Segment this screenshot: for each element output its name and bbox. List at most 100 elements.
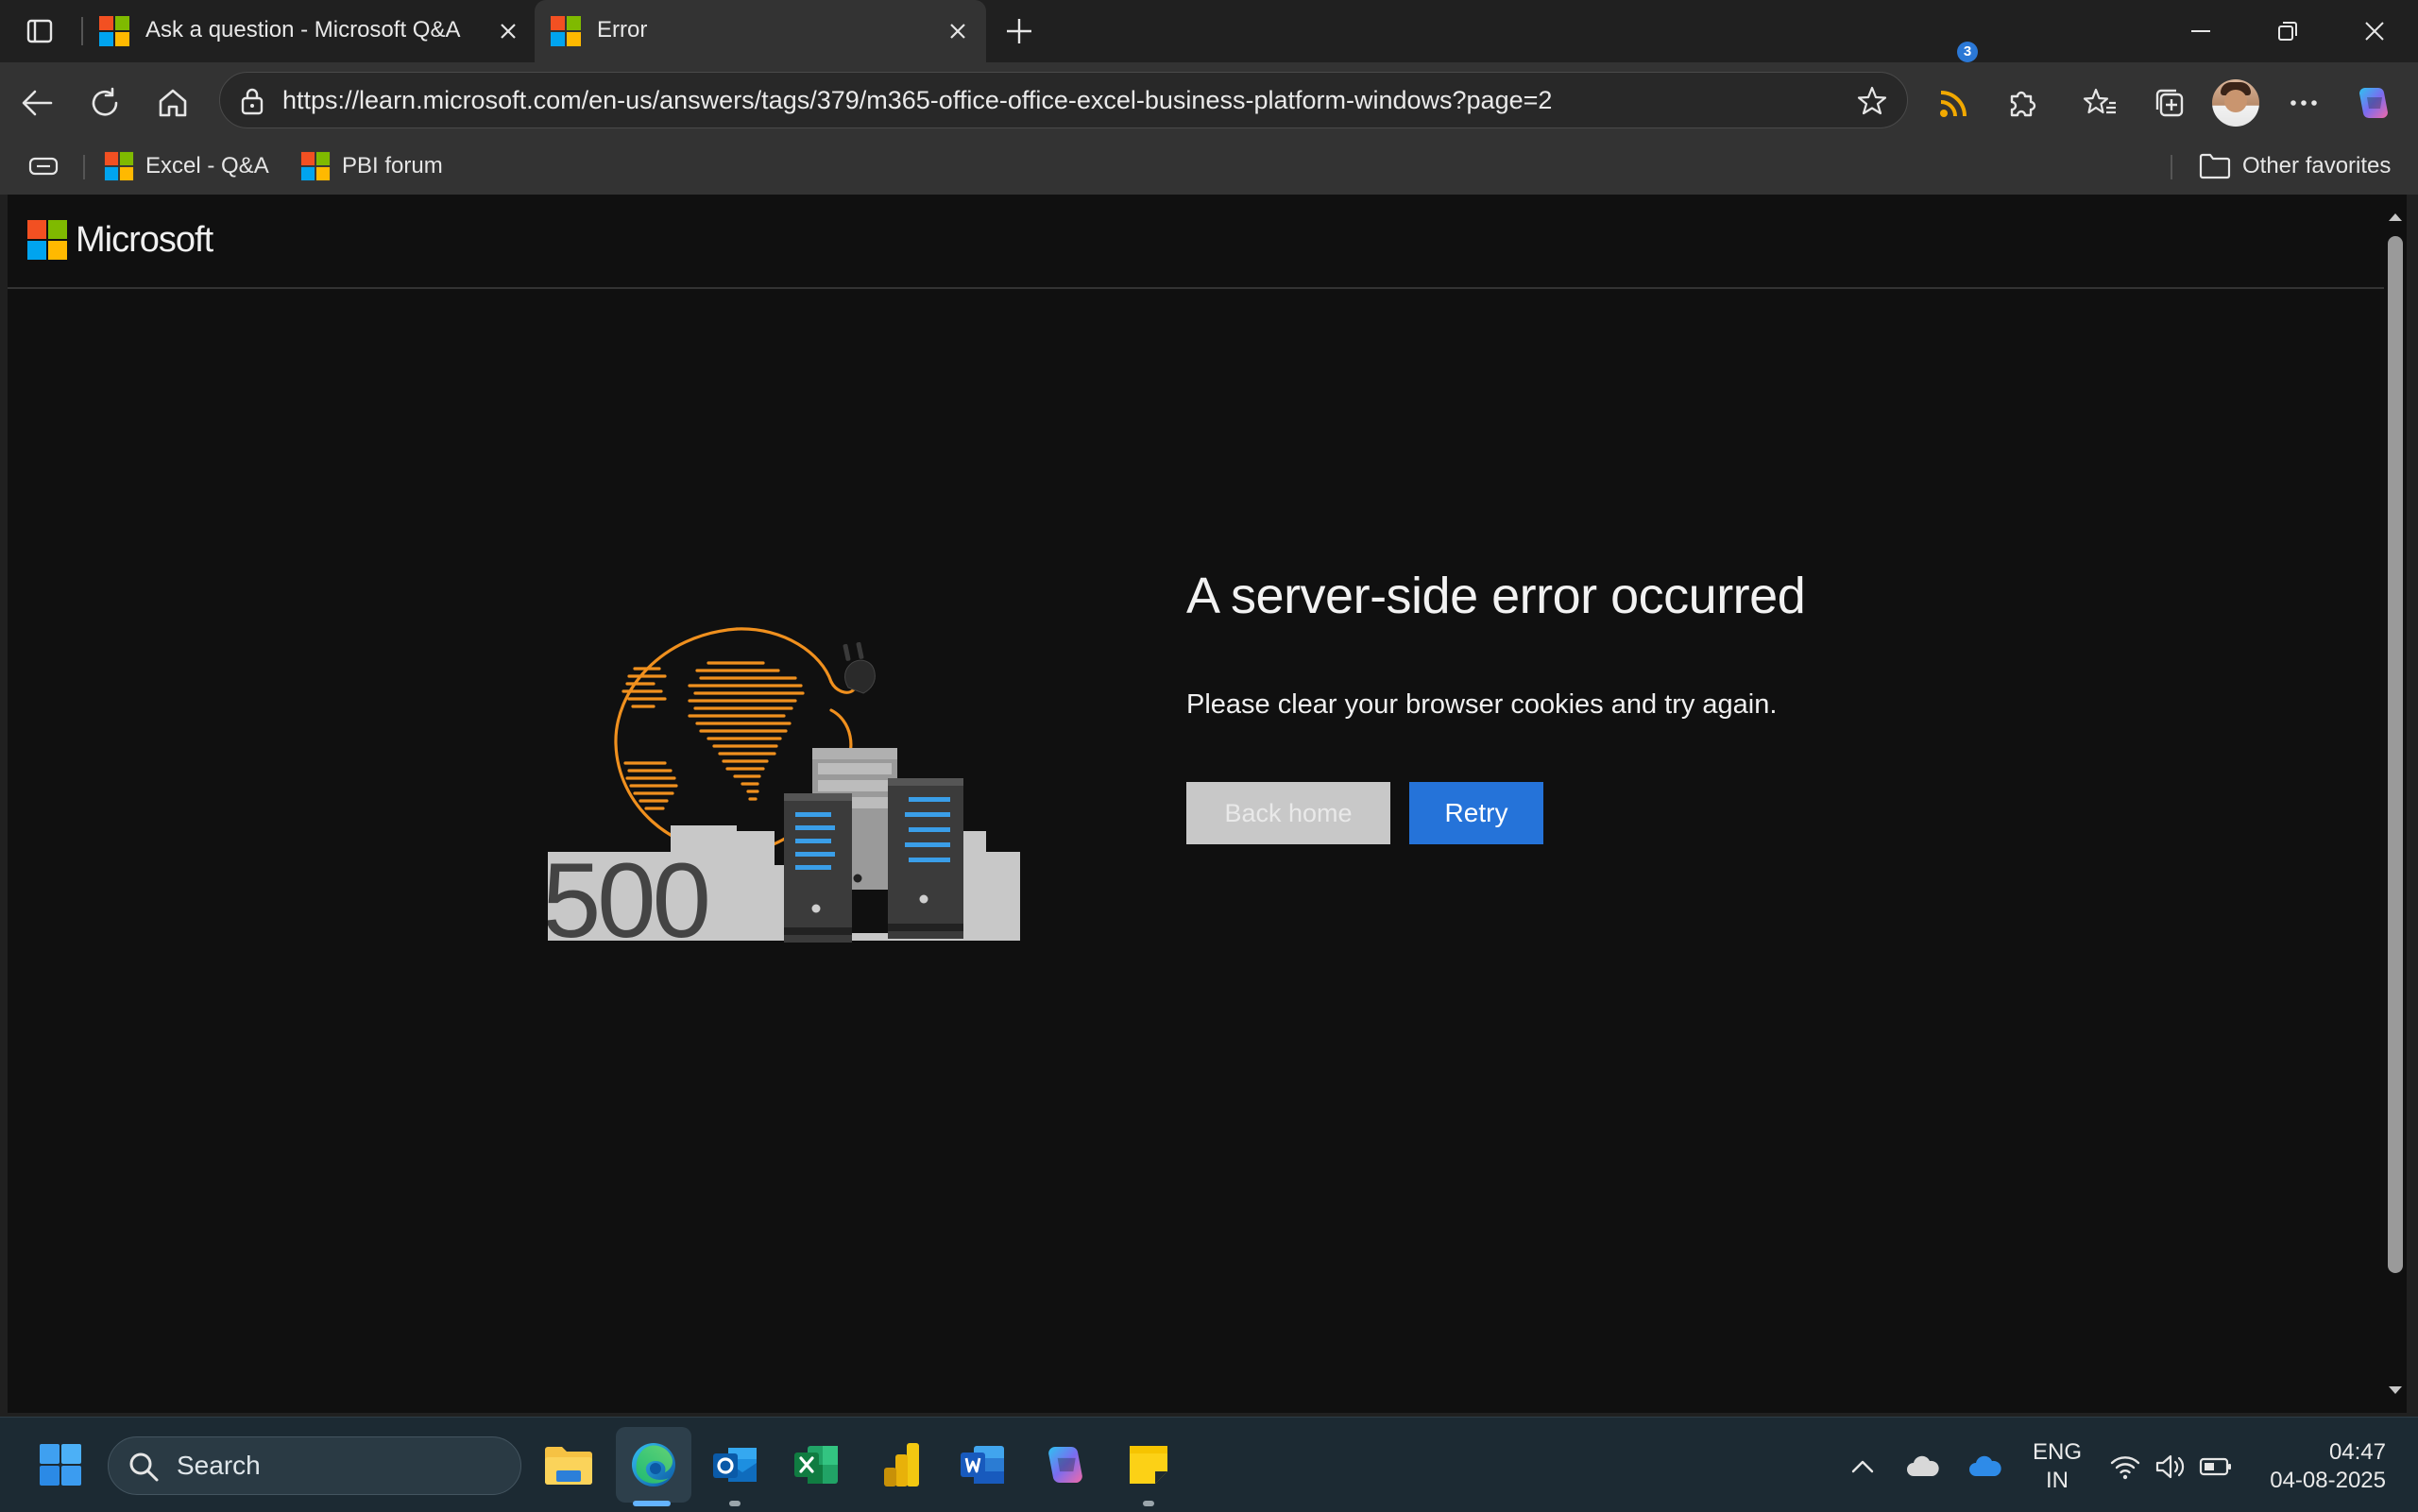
other-favorites-label: Other favorites xyxy=(2242,153,2392,178)
copilot-button[interactable] xyxy=(2350,79,2397,127)
site-info-button[interactable] xyxy=(235,84,269,118)
copilot-taskbar-button[interactable] xyxy=(1039,1438,1092,1491)
home-icon xyxy=(159,89,187,117)
favorite-label: Excel - Q&A xyxy=(145,153,269,178)
plus-icon xyxy=(1007,19,1031,43)
wifi-icon xyxy=(2110,1456,2140,1480)
minimize-icon xyxy=(2191,30,2210,32)
favorites-separator xyxy=(2171,155,2172,179)
search-placeholder: Search xyxy=(177,1451,261,1480)
clock-date: 04-08-2025 xyxy=(2270,1468,2386,1493)
onedrive-cloud-icon xyxy=(1969,1455,2001,1476)
power-bi-taskbar-button[interactable] xyxy=(875,1438,928,1491)
windows-start-icon xyxy=(40,1444,81,1486)
close-icon xyxy=(950,24,965,39)
retry-button[interactable]: Retry xyxy=(1409,782,1543,844)
more-dots-icon xyxy=(2290,100,2317,106)
outlook-running-indicator xyxy=(729,1501,741,1506)
collections-button[interactable] xyxy=(2146,79,2193,127)
browser-toolbar: https://learn.microsoft.com/en-us/answer… xyxy=(0,62,2418,142)
input-language-indicator[interactable]: ENG IN xyxy=(2029,1438,2086,1495)
profile-avatar[interactable] xyxy=(2212,79,2259,127)
close-window-button[interactable] xyxy=(2331,0,2418,62)
word-taskbar-button[interactable] xyxy=(956,1438,1009,1491)
scroll-down-arrow-icon[interactable] xyxy=(2384,1379,2407,1402)
star-icon xyxy=(1857,86,1887,115)
scrollbar-thumb[interactable] xyxy=(2388,236,2403,1273)
restore-icon xyxy=(2278,22,2297,41)
close-icon xyxy=(501,24,516,39)
home-button[interactable] xyxy=(149,79,196,127)
show-hidden-icons-button[interactable] xyxy=(1846,1450,1880,1484)
tab-close-button[interactable] xyxy=(943,16,973,46)
onedrive-personal-button[interactable] xyxy=(1906,1450,1940,1484)
favorite-pbi-forum[interactable]: PBI forum xyxy=(300,142,443,191)
excel-icon xyxy=(794,1446,838,1484)
new-tab-button[interactable] xyxy=(999,13,1039,49)
arrow-left-icon xyxy=(22,90,53,116)
copilot-icon xyxy=(2359,87,2388,119)
other-favorites-button[interactable]: Other favorites xyxy=(2199,142,2391,191)
taskbar-clock[interactable]: 04:47 04-08-2025 xyxy=(2254,1438,2386,1495)
minimize-button[interactable] xyxy=(2157,0,2244,62)
restore-button[interactable] xyxy=(2244,0,2331,62)
favorites-button[interactable] xyxy=(2076,79,2123,127)
taskbar-search-box[interactable]: Search xyxy=(108,1436,521,1495)
address-bar[interactable]: https://learn.microsoft.com/en-us/answer… xyxy=(219,72,1908,128)
reading-view-button[interactable] xyxy=(28,142,70,191)
add-favorite-button[interactable] xyxy=(1854,83,1890,119)
folder-icon xyxy=(2199,153,2231,179)
edge-browser-icon xyxy=(632,1443,675,1487)
outlook-taskbar-button[interactable] xyxy=(708,1438,761,1491)
feed-button[interactable] xyxy=(1931,79,1978,127)
plug-icon xyxy=(843,641,876,694)
volume-button[interactable] xyxy=(2154,1450,2188,1484)
address-url-text: https://learn.microsoft.com/en-us/answer… xyxy=(282,86,1553,114)
tab-strip: Ask a question - Microsoft Q&A Error xyxy=(0,0,2418,62)
outlook-icon xyxy=(713,1448,757,1482)
battery-button[interactable] xyxy=(2199,1450,2233,1484)
tab-error[interactable]: Error xyxy=(535,0,986,62)
battery-icon xyxy=(2199,1457,2231,1476)
clock-time: 04:47 xyxy=(2328,1439,2386,1465)
cloud-icon xyxy=(1907,1455,1939,1476)
chevron-up-icon xyxy=(1851,1460,1874,1473)
network-button[interactable] xyxy=(2108,1450,2142,1484)
page-viewport: Microsoft 500 A server-side error occurr… xyxy=(8,195,2384,1413)
refresh-button[interactable] xyxy=(81,79,128,127)
server-error-illustration: 500 xyxy=(548,627,1020,956)
file-explorer-button[interactable] xyxy=(542,1438,595,1491)
feed-count-badge: 3 xyxy=(1957,42,1978,62)
microsoft-logo-icon[interactable] xyxy=(26,219,68,261)
microsoft-brand-text[interactable]: Microsoft xyxy=(76,213,213,266)
avatar-face xyxy=(2224,90,2247,112)
favorite-excel-qa[interactable]: Excel - Q&A xyxy=(104,142,269,191)
sticky-notes-taskbar-button[interactable] xyxy=(1122,1438,1175,1491)
tab-close-button[interactable] xyxy=(493,16,523,46)
onedrive-business-button[interactable] xyxy=(1968,1450,2002,1484)
sticky-notes-icon xyxy=(1130,1446,1167,1484)
favorite-label: PBI forum xyxy=(342,153,443,178)
settings-more-button[interactable] xyxy=(2280,79,2327,127)
region-code: IN xyxy=(2046,1468,2069,1493)
edge-taskbar-button[interactable] xyxy=(627,1438,680,1491)
favorites-bar: Excel - Q&A PBI forum Other favorites xyxy=(0,142,2418,195)
excel-taskbar-button[interactable] xyxy=(790,1438,843,1491)
tab-title: Error xyxy=(597,17,648,42)
back-button[interactable] xyxy=(13,79,60,127)
server-rack-icon xyxy=(888,778,963,939)
file-explorer-folder-icon xyxy=(545,1447,592,1485)
scroll-up-arrow-icon[interactable] xyxy=(2384,206,2407,229)
start-button[interactable] xyxy=(34,1438,87,1491)
refresh-icon xyxy=(92,87,118,116)
extensions-button[interactable] xyxy=(1999,79,2046,127)
tab-ask-question[interactable]: Ask a question - Microsoft Q&A xyxy=(83,0,536,62)
microsoft-favicon-icon xyxy=(104,151,134,181)
tab-list-icon xyxy=(28,157,59,176)
back-home-button[interactable]: Back home xyxy=(1186,782,1390,844)
windows-taskbar: Search ENG IN 04:47 04-08-2025 xyxy=(0,1417,2418,1512)
copilot-icon xyxy=(1048,1446,1082,1484)
tab-actions-icon xyxy=(26,19,53,43)
server-rack-icon xyxy=(784,793,852,943)
tab-actions-button[interactable] xyxy=(13,13,66,49)
